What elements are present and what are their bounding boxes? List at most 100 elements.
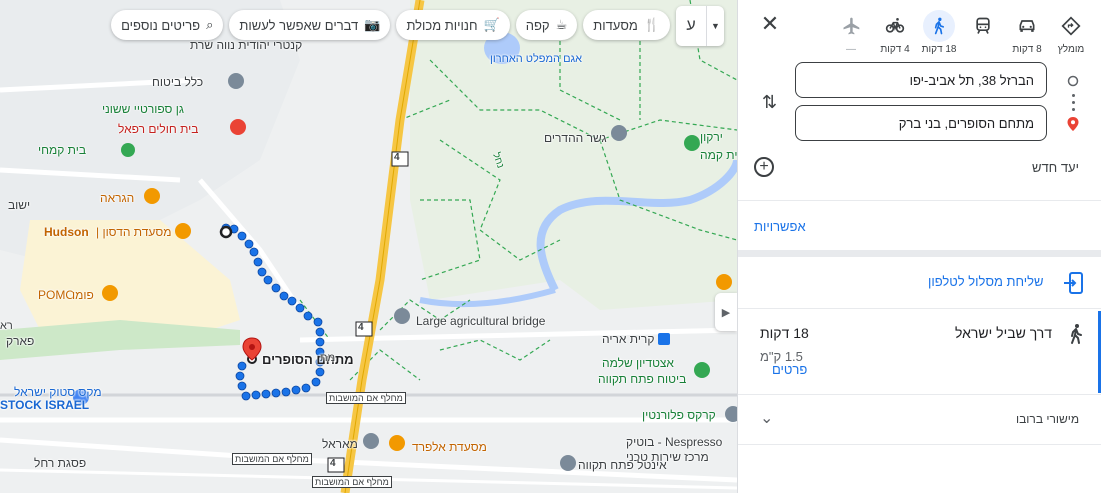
map-label-intel: אינטל פתח תקווה <box>578 458 667 472</box>
map-label-yeshuv: ישוב <box>8 198 31 212</box>
divider <box>738 308 1101 309</box>
route-details-link[interactable]: פרטים <box>772 362 807 377</box>
map-label-park: פארק <box>6 334 35 348</box>
map-label-mkst-en: STOCK ISRAEL <box>0 398 90 412</box>
walk-icon <box>923 10 955 42</box>
destination-pin-icon <box>1067 117 1079 131</box>
map-label-hudson-en: Hudson <box>44 225 89 239</box>
chip-coffee[interactable]: ☕ קפה <box>515 10 578 40</box>
travel-modes: מומלץ 8 דקות 18 דקות 4 דקות — <box>746 10 1093 58</box>
close-icon[interactable]: ✕ <box>760 13 780 35</box>
map-label-rahel: פסגת רחל <box>34 456 87 470</box>
map-label-stadium-2: ביטוח פתח תקווה <box>598 372 687 386</box>
walk-icon <box>1071 324 1082 344</box>
mode-label: — <box>846 44 856 55</box>
chevron-down-icon[interactable]: ⌄ <box>760 408 773 428</box>
map-base <box>0 0 737 493</box>
send-to-phone-label: שליחת מסלול לטלפון <box>928 274 1044 289</box>
map-label-stadium-1: אצטדיון שלמה <box>602 356 674 370</box>
map-label-rafael-hospital: בית חולים רפאל <box>118 122 199 136</box>
highway-4-shield-2: 4 <box>358 322 364 333</box>
terrain-section[interactable]: מישורי ברובו ⌄ <box>738 396 1101 442</box>
map-canvas[interactable]: קנטרי יהודית נווה שרת אגם המפלט האחרון כ… <box>0 0 737 493</box>
mode-bike[interactable]: 4 דקות <box>873 10 917 55</box>
map-label-klal: כלל ביטוח <box>152 75 204 89</box>
plus-circle-icon: + <box>754 157 774 177</box>
map-label-alfred: מסעדת אלפרד <box>412 440 487 454</box>
chip-label: חנויות מכולת <box>406 17 478 33</box>
map-label-destination: מתחם הסופרים <box>262 352 354 367</box>
origin-field[interactable]: הברזל 38, תל אביב-יפו <box>795 62 1047 98</box>
mode-walk[interactable]: 18 דקות <box>917 10 961 55</box>
map-label-interchange-3: מחלף אם המושבות <box>312 476 392 488</box>
divider <box>738 444 1101 445</box>
mode-best[interactable]: מומלץ <box>1049 10 1093 55</box>
mode-label: 8 דקות <box>1012 44 1042 55</box>
highway-4-shield-1: 4 <box>394 152 400 163</box>
category-chips: 🍴 מסעדות ☕ קפה 🛒 חנויות מכולת 📷 דברים שאפשר … <box>111 10 670 40</box>
map-label-maarav: מאראל <box>322 437 358 451</box>
route-time: 18 דקות <box>760 325 809 341</box>
plane-icon <box>835 10 867 42</box>
chevron-right-icon: ▶ <box>721 306 731 319</box>
map-label-yarkon-1: ירקון <box>700 130 723 144</box>
map-label-hudson-he: מסעדת הדסון | <box>96 225 172 239</box>
divider <box>738 200 1101 201</box>
swap-icon[interactable]: ⇅ <box>762 92 777 113</box>
collapse-panel-button[interactable]: ▶ <box>715 293 737 331</box>
origin-circle-icon <box>1067 75 1079 87</box>
mode-label: 4 דקות <box>880 44 910 55</box>
chip-label: פריטים נוספים <box>121 17 201 33</box>
map-label-gesher-hadarim: גשר ההדרים <box>544 131 607 145</box>
map-label-lake: אגם המפלט האחרון <box>490 53 583 65</box>
language-label: ע <box>686 17 696 34</box>
coffee-icon: ☕ <box>555 17 568 32</box>
map-label-beit-kamhi: בית קמחי <box>38 143 87 157</box>
divider <box>738 394 1101 395</box>
map-label-pomo-en: POMO <box>38 288 75 302</box>
map-label-pomo-he: פומו <box>72 288 94 302</box>
map-label-ma: מת <box>320 352 336 364</box>
add-destination-button[interactable]: יעד חדש + <box>754 156 1079 178</box>
map-label-kiryat-aryeh: קרית אריה <box>602 332 655 346</box>
bike-icon <box>879 10 911 42</box>
chip-more[interactable]: ⌕ פריטים נוספים <box>111 10 224 40</box>
map-label-ra: רא <box>0 320 13 332</box>
mode-flight[interactable]: — <box>829 10 873 55</box>
map-label-nespresso-1: Nespresso - בוטיק <box>626 435 723 449</box>
highway-4-shield-3: 4 <box>330 458 336 469</box>
options-link[interactable]: אפשרויות <box>754 219 806 234</box>
camera-icon: 📷 <box>364 17 381 32</box>
train-icon <box>967 10 999 42</box>
send-to-phone-icon <box>1064 272 1083 294</box>
search-icon: ⌕ <box>206 17 214 32</box>
map-label-hagarah: הגראה <box>100 191 135 205</box>
car-icon <box>1011 10 1043 42</box>
chevron-down-icon[interactable]: ▼ <box>706 6 724 46</box>
mode-label: 18 דקות <box>921 44 957 55</box>
chip-label: קפה <box>525 17 550 33</box>
map-label-mkst-he: מקס סטוק ישראל <box>14 385 102 399</box>
chip-label: דברים שאפשר לעשות <box>239 17 359 33</box>
directions-panel: מומלץ 8 דקות 18 דקות 4 דקות — ✕ הברזל 38… <box>737 0 1101 493</box>
map-label-sadeh: גן ספורטיי ששוני <box>102 102 184 116</box>
origin-value: הברזל 38, תל אביב-יפו <box>909 72 1034 88</box>
map-label-yarkon-2: בית קמה <box>700 148 737 162</box>
mode-label: מומלץ <box>1057 44 1085 55</box>
chip-restaurants[interactable]: 🍴 מסעדות <box>583 10 670 40</box>
route-dots-icon <box>1072 94 1075 115</box>
destination-field[interactable]: מתחם הסופרים, בני ברק <box>795 105 1047 141</box>
map-label-interchange-1: מחלף אם המושבות <box>326 392 406 404</box>
chip-things-to-do[interactable]: 📷 דברים שאפשר לעשות <box>229 10 391 40</box>
chip-groceries[interactable]: 🛒 חנויות מכולת <box>396 10 510 40</box>
send-to-phone-button[interactable]: שליחת מסלול לטלפון <box>738 272 1101 296</box>
mode-transit[interactable] <box>961 10 1005 44</box>
route-option[interactable]: דרך שביל ישראל 18 דקות 1.5 ק"מ פרטים <box>738 311 1101 393</box>
fork-knife-icon: 🍴 <box>643 17 660 32</box>
map-label-agri-bridge: Large agricultural bridge <box>416 314 546 328</box>
map-label-circus: קרקס פלורנטין <box>642 408 716 422</box>
terrain-label: מישורי ברובו <box>1016 412 1080 426</box>
language-button[interactable]: ע ▼ <box>676 6 724 46</box>
mode-car[interactable]: 8 דקות <box>1005 10 1049 55</box>
route-name: דרך שביל ישראל <box>955 325 1052 341</box>
